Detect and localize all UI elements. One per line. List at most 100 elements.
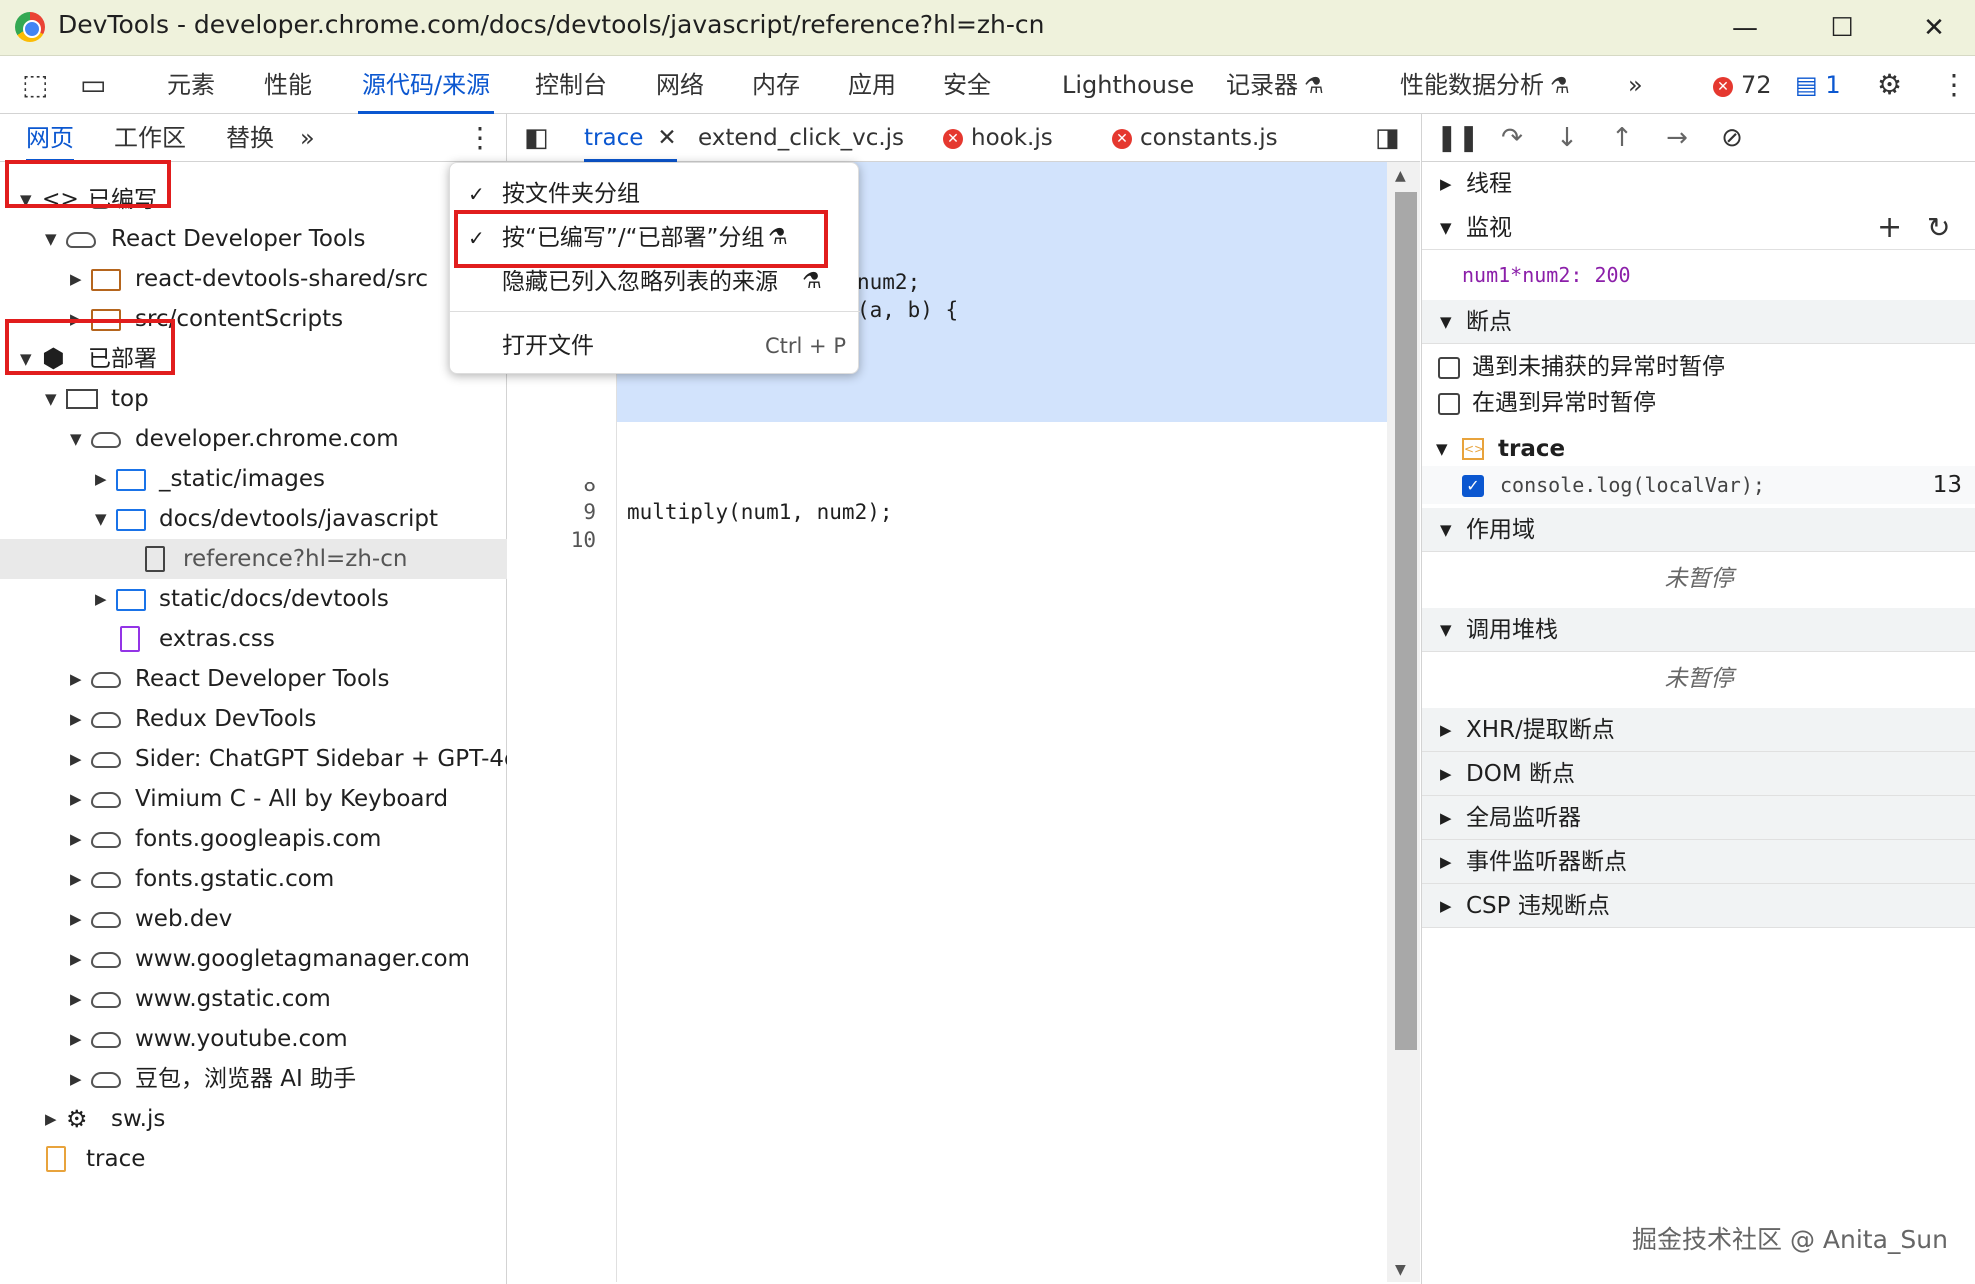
expand-triangle-icon: ▼ bbox=[45, 390, 57, 408]
pause-icon[interactable]: ❚❚ bbox=[1436, 120, 1480, 156]
cloud-icon bbox=[91, 712, 121, 728]
scrollbar-thumb[interactable] bbox=[1395, 192, 1417, 1050]
tree-static-images[interactable]: ▶ _static/images bbox=[0, 459, 507, 499]
tree-swjs[interactable]: ▶ ⚙ sw.js bbox=[0, 1099, 507, 1139]
navigator-menu-icon[interactable]: ⋮ bbox=[466, 114, 494, 162]
tree-top[interactable]: ▼ top bbox=[0, 379, 507, 419]
more-options-icon[interactable]: ⋮ bbox=[1940, 56, 1968, 114]
section-csp-breakpoints[interactable]: ▶ CSP 违规断点 bbox=[1422, 884, 1975, 928]
refresh-icon[interactable]: ↻ bbox=[1927, 206, 1950, 250]
tab-page[interactable]: 网页 bbox=[26, 114, 74, 162]
cloud-icon bbox=[91, 432, 121, 448]
step-into-icon[interactable]: ↓ bbox=[1547, 120, 1587, 156]
line-number[interactable]: 10 bbox=[571, 528, 596, 552]
more-tabs-button[interactable]: » bbox=[1628, 56, 1643, 114]
tab-application[interactable]: 应用 bbox=[848, 56, 896, 114]
tab-security[interactable]: 安全 bbox=[943, 56, 991, 114]
line-number[interactable]: 9 bbox=[583, 500, 596, 524]
highlight-group-option bbox=[454, 210, 828, 268]
tree-static-docs[interactable]: ▶ static/docs/devtools bbox=[0, 579, 507, 619]
add-watch-icon[interactable]: + bbox=[1877, 206, 1902, 250]
folder-icon bbox=[91, 269, 121, 291]
watch-expression[interactable]: num1*num2: 200 bbox=[1462, 256, 1962, 294]
highlight-deployed bbox=[5, 319, 175, 375]
section-scope[interactable]: ▼ 作用域 bbox=[1422, 508, 1975, 552]
section-call-stack[interactable]: ▼ 调用堆栈 bbox=[1422, 608, 1975, 652]
section-global-listeners[interactable]: ▶ 全局监听器 bbox=[1422, 796, 1975, 840]
close-button[interactable]: ✕ bbox=[1904, 8, 1964, 48]
section-dom-breakpoints[interactable]: ▶ DOM 断点 bbox=[1422, 752, 1975, 796]
editor-tab-trace[interactable]: trace ✕ bbox=[584, 114, 677, 162]
section-threads[interactable]: ▶ 线程 bbox=[1422, 162, 1975, 206]
tree-youtube[interactable]: ▶ www.youtube.com bbox=[0, 1019, 507, 1059]
tree-reference-file[interactable]: reference?hl=zh-cn bbox=[0, 539, 507, 579]
tree-react-shared[interactable]: ▶ react-devtools-shared/src bbox=[0, 259, 507, 299]
tab-network[interactable]: 网络 bbox=[656, 56, 704, 114]
pause-uncaught-checkbox[interactable] bbox=[1438, 357, 1460, 379]
editor-tab-extend-click[interactable]: extend_click_vc.js bbox=[698, 114, 904, 162]
tab-lighthouse[interactable]: Lighthouse bbox=[1062, 56, 1194, 114]
breakpoint-line-row[interactable]: ✓ console.log(localVar); 13 bbox=[1422, 466, 1975, 504]
breakpoint-file-row[interactable]: ▼ <> trace bbox=[1422, 430, 1975, 468]
maximize-button[interactable]: ☐ bbox=[1812, 8, 1872, 48]
tab-performance-insights[interactable]: 性能数据分析 ⚗ bbox=[1400, 56, 1570, 114]
section-xhr-breakpoints[interactable]: ▶ XHR/提取断点 bbox=[1422, 708, 1975, 752]
scope-status: 未暂停 bbox=[1664, 566, 1734, 592]
step-over-icon[interactable]: ↷ bbox=[1492, 120, 1532, 156]
tree-redux[interactable]: ▶ Redux DevTools bbox=[0, 699, 507, 739]
tree-fonts-gstatic[interactable]: ▶ fonts.gstatic.com bbox=[0, 859, 507, 899]
tree-gtm[interactable]: ▶ www.googletagmanager.com bbox=[0, 939, 507, 979]
tree-sider[interactable]: ▶ Sider: ChatGPT Sidebar + GPT-4o, C bbox=[0, 739, 507, 779]
pause-caught-row[interactable]: 在遇到异常时暂停 bbox=[1422, 384, 1975, 422]
chrome-icon bbox=[15, 12, 45, 42]
section-event-listener-breakpoints[interactable]: ▶ 事件监听器断点 bbox=[1422, 840, 1975, 884]
vertical-scrollbar[interactable]: ▲ ▼ bbox=[1387, 162, 1420, 1282]
message-count[interactable]: ▤ 1 bbox=[1795, 56, 1841, 114]
more-nav-tabs-button[interactable]: » bbox=[300, 114, 315, 162]
step-icon[interactable]: → bbox=[1657, 120, 1697, 156]
tree-developer-chrome[interactable]: ▼ developer.chrome.com bbox=[0, 419, 507, 459]
minimize-button[interactable]: — bbox=[1715, 8, 1775, 48]
breakpoint-checkbox[interactable]: ✓ bbox=[1462, 475, 1484, 497]
tab-console[interactable]: 控制台 bbox=[535, 56, 607, 114]
pause-caught-checkbox[interactable] bbox=[1438, 393, 1460, 415]
deactivate-breakpoints-icon[interactable]: ⊘ bbox=[1712, 120, 1752, 156]
device-toolbar-icon[interactable]: ▭ bbox=[80, 56, 106, 114]
collapse-triangle-icon: ▶ bbox=[70, 910, 82, 928]
scroll-up-icon[interactable]: ▲ bbox=[1395, 168, 1406, 184]
editor-tab-hook[interactable]: ✕ hook.js bbox=[943, 114, 1053, 162]
tree-react-devtools[interactable]: ▼ React Developer Tools bbox=[0, 219, 507, 259]
tree-extras-css[interactable]: extras.css bbox=[0, 619, 507, 659]
tree-trace[interactable]: trace bbox=[0, 1139, 507, 1179]
toggle-navigator-icon[interactable]: ◧ bbox=[524, 114, 549, 162]
tab-sources[interactable]: 源代码/来源 bbox=[358, 56, 495, 114]
inspect-icon[interactable]: ⬚ bbox=[22, 56, 48, 114]
error-count[interactable]: ✕ 72 bbox=[1713, 56, 1772, 114]
tree-doubao[interactable]: ▶ 豆包，浏览器 AI 助手 bbox=[0, 1059, 507, 1099]
close-tab-icon[interactable]: ✕ bbox=[657, 125, 676, 151]
tree-react-devtools-2[interactable]: ▶ React Developer Tools bbox=[0, 659, 507, 699]
editor-tab-constants[interactable]: ✕ constants.js bbox=[1112, 114, 1278, 162]
step-out-icon[interactable]: ↑ bbox=[1602, 120, 1642, 156]
tab-memory[interactable]: 内存 bbox=[752, 56, 800, 114]
tree-fonts-googleapis[interactable]: ▶ fonts.googleapis.com bbox=[0, 819, 507, 859]
tab-workspace[interactable]: 工作区 bbox=[114, 114, 186, 162]
tree-docs-js[interactable]: ▼ docs/devtools/javascript bbox=[0, 499, 507, 539]
tab-performance[interactable]: 性能 bbox=[264, 56, 312, 114]
section-watch[interactable]: ▼ 监视 + ↻ bbox=[1422, 206, 1975, 250]
menu-open-file[interactable]: 打开文件 Ctrl + P bbox=[450, 325, 860, 367]
line-number[interactable]: 8 bbox=[583, 482, 596, 496]
settings-gear-icon[interactable]: ⚙ bbox=[1877, 56, 1902, 114]
pause-uncaught-row[interactable]: 遇到未捕获的异常时暂停 bbox=[1422, 348, 1975, 386]
tab-overrides[interactable]: 替换 bbox=[226, 114, 274, 162]
tab-recorder[interactable]: 记录器 ⚗ bbox=[1226, 56, 1324, 114]
tab-elements[interactable]: 元素 bbox=[167, 56, 215, 114]
section-breakpoints[interactable]: ▼ 断点 bbox=[1422, 300, 1975, 344]
cloud-icon bbox=[66, 232, 96, 248]
menu-group-by-folder[interactable]: ✓ 按文件夹分组 bbox=[450, 173, 860, 215]
tree-vimium[interactable]: ▶ Vimium C - All by Keyboard bbox=[0, 779, 507, 819]
tree-webdev[interactable]: ▶ web.dev bbox=[0, 899, 507, 939]
tree-gstatic[interactable]: ▶ www.gstatic.com bbox=[0, 979, 507, 1019]
scroll-down-icon[interactable]: ▼ bbox=[1395, 1262, 1406, 1278]
toggle-debugger-icon[interactable]: ◨ bbox=[1375, 114, 1400, 162]
